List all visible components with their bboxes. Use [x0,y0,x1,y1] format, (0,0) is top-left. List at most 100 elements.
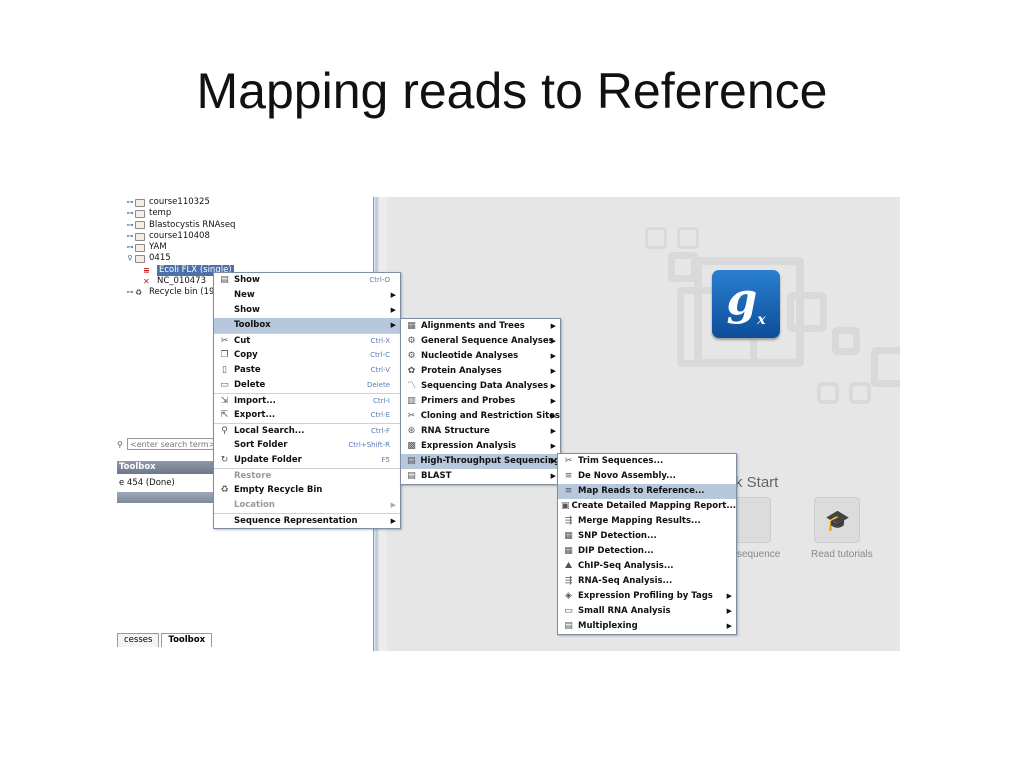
graduation-cap-icon: 🎓 [825,508,850,532]
menu-item-expression-analysis[interactable]: ▩ Expression Analysis ▶ [401,439,560,454]
tab-processes[interactable]: cesses [117,633,160,647]
expand-icon[interactable]: ⊶ [125,197,135,208]
menu-item-update-folder[interactable]: ↻ Update Folder F5 [214,453,400,468]
menu-item-delete[interactable]: ▭ Delete Delete [214,378,400,393]
read-tutorials-tile[interactable]: 🎓 [814,497,860,543]
tree-item-course110408[interactable]: ⊶ course110408 [125,231,235,242]
import-icon: ⇲ [220,395,229,406]
sequence-list-icon: ≡ [143,265,150,275]
menu-item-dip-detection[interactable]: ▦ DIP Detection... [558,544,736,559]
snp-icon: ▦ [564,531,573,541]
sequencing-data-icon: 〽 [406,381,416,391]
decor-square [832,327,860,355]
menu-item-expression-profiling-by-tags[interactable]: ◈ Expression Profiling by Tags ▶ [558,589,736,604]
menu-item-rna-seq-analysis[interactable]: ⇶ RNA-Seq Analysis... [558,574,736,589]
menu-item-de-novo-assembly[interactable]: ≡ De Novo Assembly... [558,469,736,484]
menu-item-sort-folder[interactable]: Sort Folder Ctrl+Shift-R [214,438,400,453]
submenu-arrow-icon: ▶ [550,442,556,450]
menu-item-blast[interactable]: ▤ BLAST ▶ [401,469,560,484]
read-tutorials-label[interactable]: Read tutorials [811,549,873,560]
gx-logo: gx [712,270,780,338]
toolbox-submenu: ▦ Alignments and Trees ▶ ⚙ General Sequence… [400,318,561,485]
refresh-icon: ↻ [220,455,229,465]
submenu-arrow-icon: ▶ [550,427,556,435]
menu-item-multiplexing[interactable]: ▤ Multiplexing ▶ [558,619,736,634]
paste-icon: ▯ [222,365,227,375]
decor-square [787,292,827,332]
menu-item-export[interactable]: ⇱ Export... Ctrl-E [214,408,400,423]
expression-icon: ▩ [407,441,416,451]
menu-item-high-throughput-sequencing[interactable]: ▤ High-Throughput Sequencing ▶ [401,454,560,469]
protein-icon: ✿ [407,366,416,376]
folder-icon [135,221,145,230]
submenu-arrow-icon: ▶ [390,501,396,509]
folder-icon [135,209,145,218]
decor-square [871,347,900,387]
menu-item-empty-recycle-bin[interactable]: ♻ Empty Recycle Bin [214,483,400,498]
submenu-arrow-icon: ▶ [550,472,556,480]
submenu-arrow-icon: ▶ [550,457,556,465]
menu-item-new[interactable]: New ▶ [214,288,400,303]
submenu-arrow-icon: ▶ [550,412,556,420]
expand-icon[interactable]: ⊶ [125,287,135,298]
menu-item-small-rna-analysis[interactable]: ▭ Small RNA Analysis ▶ [558,604,736,619]
menu-item-trim-sequences[interactable]: ✂ Trim Sequences... [558,454,736,469]
menu-item-import[interactable]: ⇲ Import... Ctrl-I [214,393,400,408]
show-icon: ▤ [220,275,229,285]
tree-item-0415[interactable]: ♀ 0415 [125,253,235,264]
tab-toolbox[interactable]: Toolbox [161,633,213,647]
submenu-arrow-icon: ▶ [550,397,556,405]
menu-item-alignments-and-trees[interactable]: ▦ Alignments and Trees ▶ [401,319,560,334]
tree-item-blastocystis[interactable]: ⊶ Blastocystis RNAseq [125,220,236,231]
expand-icon[interactable]: ⊶ [125,231,135,242]
import-sequence-label[interactable]: sequence [737,549,780,560]
blast-icon: ▤ [407,471,416,481]
decor-square [677,227,699,249]
menu-item-create-detailed-mapping-report[interactable]: ▣ Create Detailed Mapping Report... [558,499,736,514]
menu-item-protein-analyses[interactable]: ✿ Protein Analyses ▶ [401,364,560,379]
slide-title: Mapping reads to Reference [196,63,828,119]
recycle-icon: ♻ [220,485,229,495]
hts-submenu: ✂ Trim Sequences... ≡ De Novo Assembly... … [557,453,737,635]
menu-item-sequence-representation[interactable]: Sequence Representation ▶ [214,513,400,528]
tree-item-course110325[interactable]: ⊶ course110325 [125,197,235,208]
sequence-icon: ✕ [143,277,150,287]
menu-item-map-reads-to-reference[interactable]: ≡ Map Reads to Reference... [558,484,736,499]
menu-item-primers-and-probes[interactable]: ▥ Primers and Probes ▶ [401,394,560,409]
menu-item-paste[interactable]: ▯ Paste Ctrl-V [214,363,400,378]
nucleotide-icon: ⚙ [407,351,416,361]
menu-item-snp-detection[interactable]: ▦ SNP Detection... [558,529,736,544]
tree-item-yam[interactable]: ⊶ YAM [125,242,235,253]
menu-item-merge-mapping-results[interactable]: ⇶ Merge Mapping Results... [558,514,736,529]
submenu-arrow-icon: ▶ [726,592,732,600]
menu-item-cloning-and-restriction-sites[interactable]: ✂ Cloning and Restriction Sites ▶ [401,409,560,424]
menu-item-toolbox[interactable]: Toolbox ▶ [214,318,400,333]
submenu-arrow-icon: ▶ [726,622,732,630]
folder-icon [135,198,145,207]
open-folder-icon [135,255,145,264]
menu-item-copy[interactable]: ❐ Copy Ctrl-C [214,348,400,363]
menu-item-sequencing-data-analyses[interactable]: 〽 Sequencing Data Analyses ▶ [401,379,560,394]
menu-item-chip-seq-analysis[interactable]: ⛰ ChIP-Seq Analysis... [558,559,736,574]
menu-item-local-search[interactable]: ⚲ Local Search... Ctrl-F [214,423,400,438]
small-rna-icon: ▭ [564,606,573,616]
folder-icon [135,243,145,252]
export-icon: ⇱ [220,410,229,420]
menu-item-general-sequence-analyses[interactable]: ⚙ General Sequence Analyses ▶ [401,334,560,349]
report-icon: ▣ [561,501,570,511]
menu-item-rna-structure[interactable]: ⊛ RNA Structure ▶ [401,424,560,439]
menu-item-cut[interactable]: ✂ Cut Ctrl-X [214,333,400,348]
search-icon: ⚲ [221,425,228,436]
menu-item-show[interactable]: ▤ Show Ctrl-O [214,273,400,288]
cut-icon: ✂ [220,335,229,346]
collapse-icon[interactable]: ♀ [125,253,135,264]
tree-item-temp[interactable]: ⊶ temp [125,208,235,219]
menu-item-show-sub[interactable]: Show ▶ [214,303,400,318]
expand-icon[interactable]: ⊶ [125,220,135,231]
menu-item-nucleotide-analyses[interactable]: ⚙ Nucleotide Analyses ▶ [401,349,560,364]
expand-icon[interactable]: ⊶ [125,208,135,219]
multiplexing-icon: ▤ [564,621,573,631]
expand-icon[interactable]: ⊶ [125,242,135,253]
search-dropdown-icon[interactable]: ⚲ [117,440,127,449]
context-menu: ▤ Show Ctrl-O New ▶ Show ▶ Toolbox ▶ ✂ Cut Ctrl… [213,272,401,529]
